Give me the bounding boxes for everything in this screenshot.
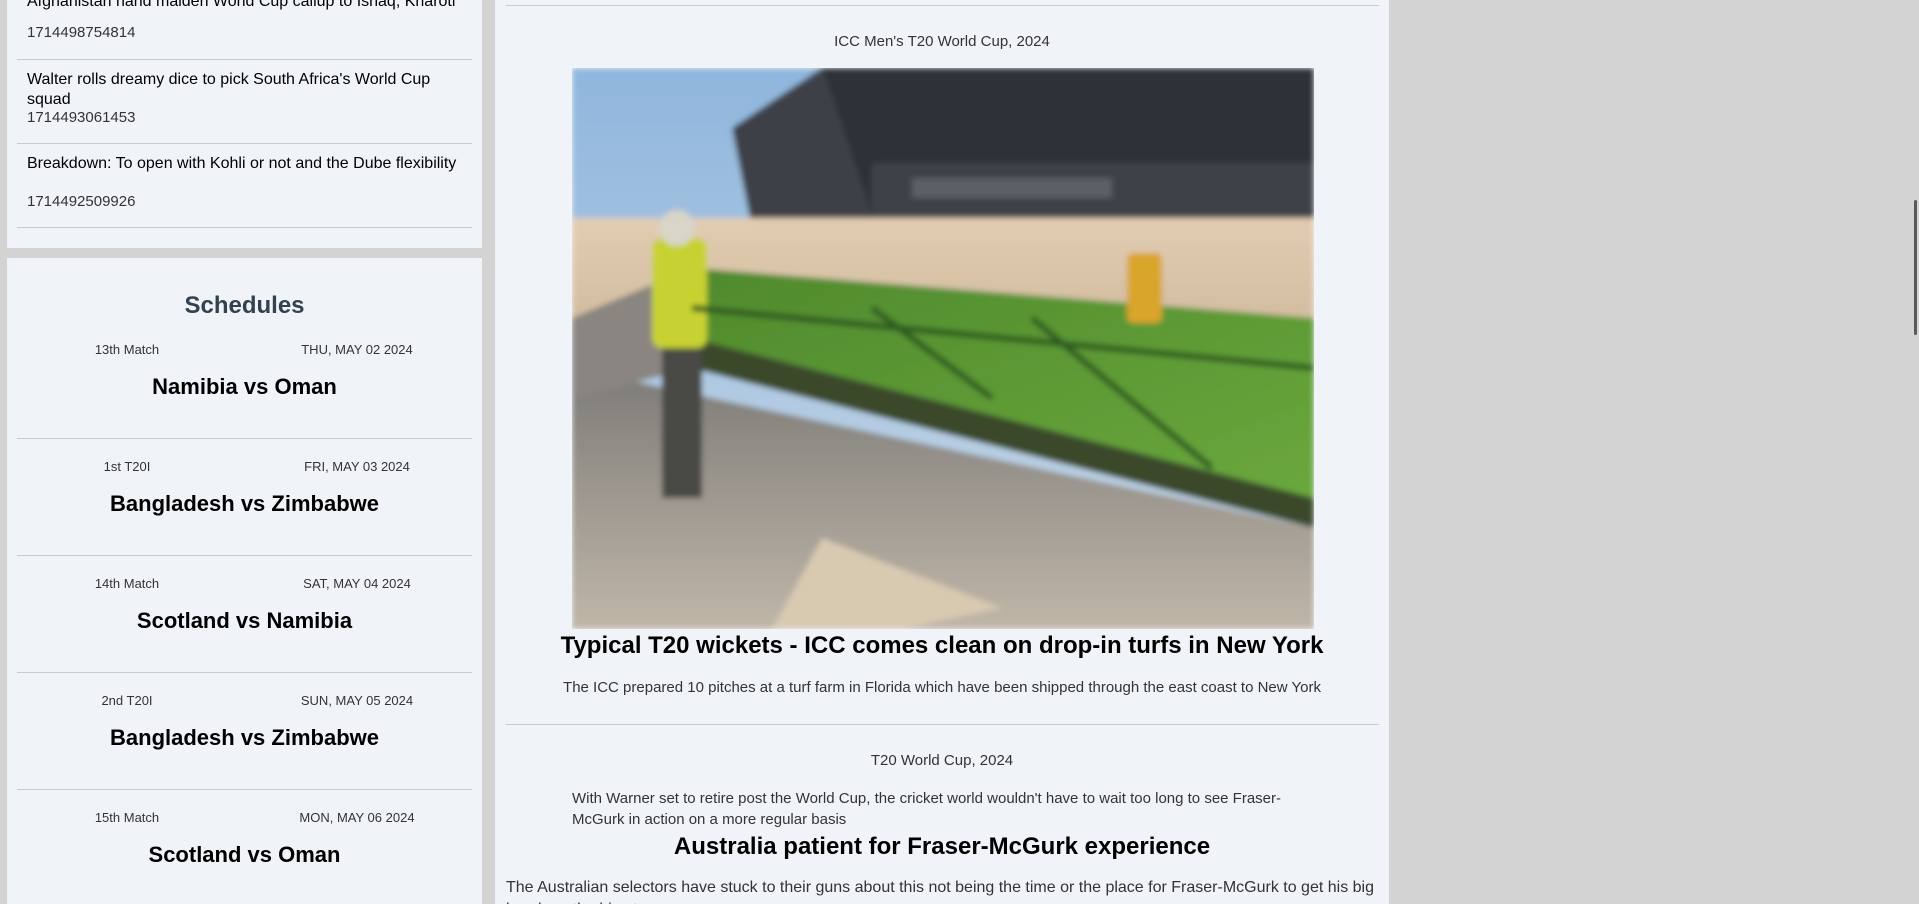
- match-date: FRI, MAY 03 2024: [304, 459, 410, 474]
- match-title[interactable]: Bangladesh vs Zimbabwe: [17, 725, 472, 751]
- match-date: THU, MAY 02 2024: [301, 342, 413, 357]
- news-list: Afghanistan hand maiden World Cup callup…: [7, 0, 482, 248]
- schedules-panel: Schedules 13th Match THU, MAY 02 2024 Na…: [7, 258, 482, 904]
- scrollbar-thumb[interactable]: [1914, 200, 1917, 335]
- news-timestamp: 1714493061453: [27, 109, 136, 126]
- news-item[interactable]: Breakdown: To open with Kohli or not and…: [17, 144, 472, 228]
- article-summary: The ICC prepared 10 pitches at a turf fa…: [563, 679, 1321, 696]
- article-category: T20 World Cup, 2024: [870, 752, 1014, 769]
- articles-feed: ICC Men's T20 World Cup, 2024 Typical T2…: [495, 0, 1389, 904]
- match-date: SUN, MAY 05 2024: [300, 693, 414, 708]
- match-card[interactable]: 1st T20I FRI, MAY 03 2024 Bangladesh vs …: [17, 439, 472, 556]
- stadium-photo: [572, 68, 1314, 629]
- news-item[interactable]: Afghanistan hand maiden World Cup callup…: [17, 0, 472, 60]
- news-title[interactable]: Walter rolls dreamy dice to pick South A…: [27, 70, 472, 110]
- match-title[interactable]: Bangladesh vs Zimbabwe: [17, 491, 472, 517]
- match-number: 15th Match: [94, 810, 160, 825]
- match-number: 2nd T20I: [101, 693, 153, 708]
- news-timestamp: 1714492509926: [27, 193, 136, 210]
- match-card[interactable]: 15th Match MON, MAY 06 2024 Scotland vs …: [17, 790, 472, 904]
- news-title[interactable]: Afghanistan hand maiden World Cup callup…: [27, 0, 455, 12]
- news-title[interactable]: Breakdown: To open with Kohli or not and…: [27, 154, 456, 174]
- news-item[interactable]: Walter rolls dreamy dice to pick South A…: [17, 60, 472, 144]
- match-card[interactable]: 13th Match THU, MAY 02 2024 Namibia vs O…: [17, 322, 472, 439]
- news-timestamp: 1714498754814: [27, 24, 136, 41]
- match-number: 14th Match: [94, 576, 160, 591]
- article-intro: With Warner set to retire post the World…: [572, 790, 1281, 828]
- article-image[interactable]: [572, 68, 1314, 629]
- match-date: MON, MAY 06 2024: [299, 810, 415, 825]
- match-card[interactable]: 14th Match SAT, MAY 04 2024 Scotland vs …: [17, 556, 472, 673]
- article-headline[interactable]: Australia patient for Fraser-McGurk expe…: [495, 833, 1389, 861]
- match-date: SAT, MAY 04 2024: [303, 576, 411, 591]
- divider: [506, 724, 1379, 725]
- match-number: 13th Match: [94, 342, 160, 357]
- match-number: 1st T20I: [103, 459, 151, 474]
- article-category: ICC Men's T20 World Cup, 2024: [834, 33, 1050, 50]
- match-title[interactable]: Namibia vs Oman: [17, 374, 472, 400]
- match-title[interactable]: Scotland vs Oman: [17, 842, 472, 868]
- divider: [506, 5, 1379, 6]
- match-card[interactable]: 2nd T20I SUN, MAY 05 2024 Bangladesh vs …: [17, 673, 472, 790]
- article-headline[interactable]: Typical T20 wickets - ICC comes clean on…: [495, 632, 1389, 660]
- article-body: The Australian selectors have stuck to t…: [506, 879, 1374, 904]
- match-title[interactable]: Scotland vs Namibia: [17, 608, 472, 634]
- schedules-heading: Schedules: [184, 292, 305, 319]
